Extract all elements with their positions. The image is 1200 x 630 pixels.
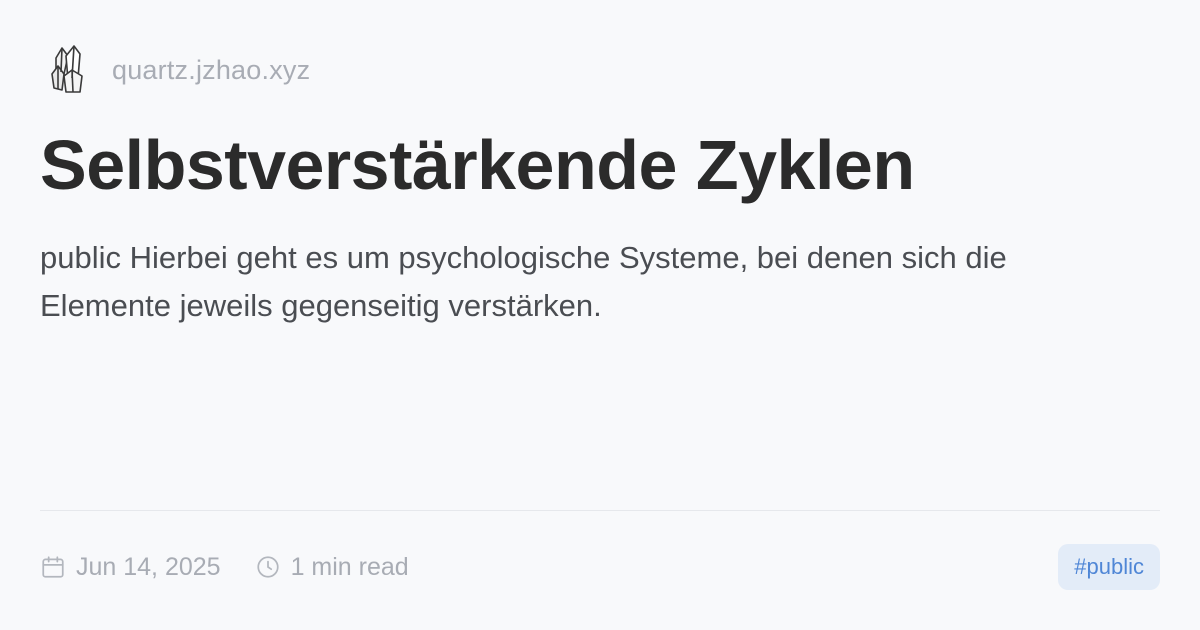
site-name[interactable]: quartz.jzhao.xyz — [112, 55, 310, 86]
site-header: quartz.jzhao.xyz — [46, 42, 310, 98]
footer-meta: Jun 14, 2025 1 min read #public — [40, 544, 1160, 590]
crystal-icon — [46, 43, 90, 97]
date-meta: Jun 14, 2025 — [40, 553, 221, 582]
page-title: Selbstverstärkende Zyklen — [40, 126, 915, 204]
date-text: Jun 14, 2025 — [76, 552, 221, 581]
og-card: quartz.jzhao.xyz Selbstverstärkende Zykl… — [0, 0, 1200, 630]
clock-icon — [255, 554, 281, 580]
reading-time-meta: 1 min read — [255, 553, 409, 582]
divider — [40, 510, 1160, 511]
reading-time-text: 1 min read — [290, 552, 409, 581]
page-description: public Hierbei geht es um psychologische… — [40, 240, 1007, 323]
calendar-icon — [40, 554, 66, 580]
tag-public[interactable]: #public — [1058, 544, 1160, 590]
